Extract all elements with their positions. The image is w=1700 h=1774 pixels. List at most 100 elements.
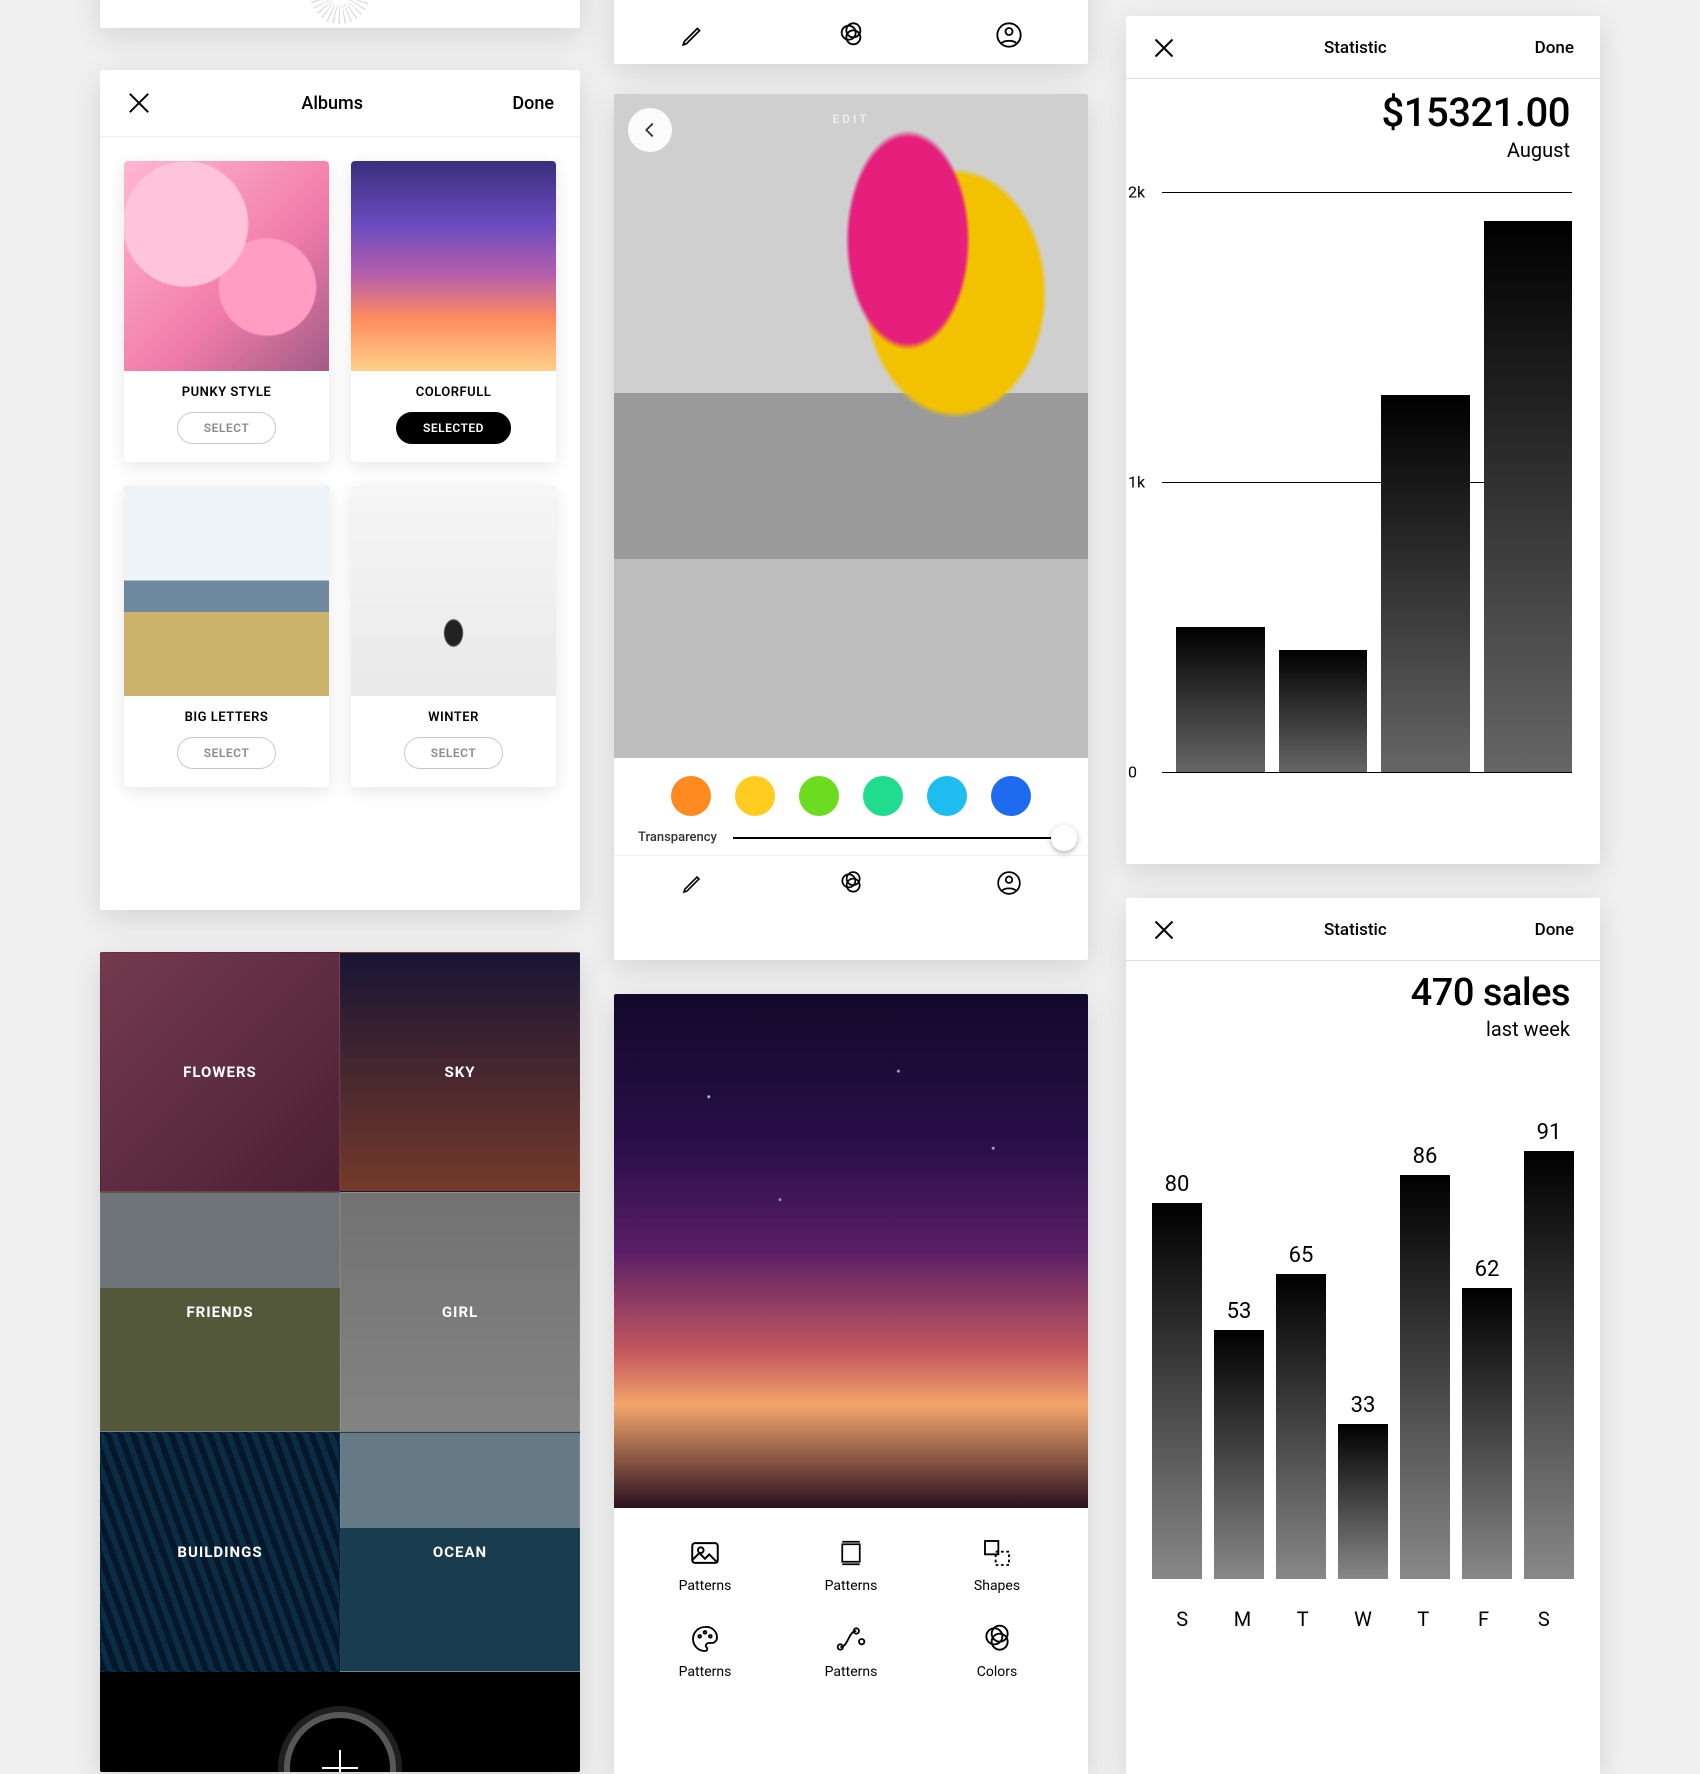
- edit-label: EDIT: [832, 112, 869, 126]
- album-thumb: [351, 161, 556, 371]
- transparency-label: Transparency: [638, 830, 717, 845]
- tool-curve[interactable]: Patterns: [778, 1620, 924, 1680]
- image-icon: [632, 1534, 778, 1572]
- curve-icon: [778, 1620, 924, 1658]
- tool-label: Patterns: [778, 1664, 924, 1680]
- profile-icon[interactable]: [994, 868, 1024, 898]
- bar-value: 80: [1165, 1172, 1190, 1197]
- album-card[interactable]: PUNKY STYLE SELECT: [124, 161, 329, 462]
- done-button[interactable]: Done: [512, 93, 554, 114]
- bar-value: 33: [1351, 1393, 1376, 1418]
- tool-palette[interactable]: Patterns: [632, 1620, 778, 1680]
- close-icon[interactable]: [126, 90, 152, 116]
- album-thumb: [124, 486, 329, 696]
- revenue-value: $15321.00: [1126, 79, 1600, 136]
- category-flowers[interactable]: FLOWERS: [100, 952, 340, 1192]
- category-label: FLOWERS: [183, 1063, 257, 1081]
- venn-icon[interactable]: [836, 868, 866, 898]
- category-ocean[interactable]: OCEAN: [340, 1432, 580, 1672]
- color-swatch[interactable]: [671, 776, 711, 816]
- stat-title: Statistic: [1324, 920, 1387, 940]
- category-label: BUILDINGS: [177, 1543, 262, 1561]
- revenue-chart: 01k2k: [1162, 192, 1572, 772]
- stat-header: Statistic Done: [1126, 16, 1600, 78]
- chart-column: 91: [1524, 1120, 1574, 1579]
- chart-bar: [1484, 221, 1573, 772]
- selected-pill[interactable]: SELECTED: [396, 412, 511, 444]
- category-friends[interactable]: FRIENDS: [100, 1192, 340, 1432]
- gridline: [1162, 192, 1572, 193]
- color-swatch[interactable]: [927, 776, 967, 816]
- color-swatch[interactable]: [863, 776, 903, 816]
- album-name: PUNKY STYLE: [134, 385, 319, 400]
- close-icon[interactable]: [1152, 918, 1176, 942]
- category-label: FRIENDS: [186, 1303, 253, 1321]
- album-card[interactable]: WINTERSELECT: [351, 486, 556, 787]
- venn-icon: [924, 1620, 1070, 1658]
- slider-knob[interactable]: [1051, 825, 1077, 851]
- album-card[interactable]: COLORFULLSELECTED: [351, 161, 556, 462]
- chart-column: 80: [1152, 1172, 1202, 1579]
- category-girl[interactable]: GIRL: [340, 1192, 580, 1432]
- axis-tick: M: [1212, 1607, 1272, 1631]
- album-card[interactable]: BIG LETTERS SELECT: [124, 486, 329, 787]
- chart-bar: [1338, 1424, 1388, 1579]
- tool-square[interactable]: Patterns: [778, 1534, 924, 1594]
- color-swatches: [614, 758, 1088, 826]
- color-swatch[interactable]: [799, 776, 839, 816]
- select-pill[interactable]: SELECT: [404, 737, 503, 769]
- bar-value: 65: [1289, 1243, 1314, 1268]
- sales-stat-screen: Statistic Done 470 sales last week 80536…: [1126, 898, 1600, 1774]
- color-editor-screen: EDIT Transparency: [614, 94, 1088, 960]
- chart-column: 33: [1338, 1393, 1388, 1579]
- editor-toolbar: [614, 855, 1088, 909]
- albums-title: Albums: [301, 93, 363, 114]
- chart-bar: [1276, 1274, 1326, 1580]
- sky-photo: [614, 994, 1088, 1508]
- revenue-period: August: [1126, 136, 1600, 162]
- tools-screen: PatternsPatternsShapesPatternsPatternsCo…: [614, 994, 1088, 1774]
- tool-grid: PatternsPatternsShapesPatternsPatternsCo…: [614, 1508, 1088, 1680]
- close-icon[interactable]: [1152, 36, 1176, 60]
- chart-bar: [1462, 1288, 1512, 1579]
- pencil-icon[interactable]: [678, 20, 708, 50]
- editor-photo: EDIT: [614, 94, 1088, 758]
- stat-title: Statistic: [1324, 38, 1387, 58]
- chart-bar: [1524, 1151, 1574, 1579]
- tool-image[interactable]: Patterns: [632, 1534, 778, 1594]
- tool-label: Shapes: [924, 1578, 1070, 1594]
- venn-icon[interactable]: [836, 20, 866, 50]
- profile-icon[interactable]: [994, 20, 1024, 50]
- category-label: OCEAN: [433, 1543, 487, 1561]
- chart-bar: [1176, 627, 1265, 772]
- tool-label: Colors: [924, 1664, 1070, 1680]
- category-grid: FLOWERS SKY FRIENDS GIRL BUILDINGS OCEAN: [100, 952, 580, 1772]
- top-stub: [100, 0, 580, 28]
- bar-value: 62: [1475, 1257, 1500, 1282]
- select-pill[interactable]: SELECT: [177, 412, 276, 444]
- transparency-slider[interactable]: [733, 837, 1064, 839]
- back-button[interactable]: [628, 108, 672, 152]
- palette-icon: [632, 1620, 778, 1658]
- chart-column: 86: [1400, 1144, 1450, 1579]
- category-sky[interactable]: SKY: [340, 952, 580, 1192]
- color-swatch[interactable]: [735, 776, 775, 816]
- chart-bar: [1279, 650, 1368, 772]
- shapes-icon: [924, 1534, 1070, 1572]
- stat-header: Statistic Done: [1126, 898, 1600, 960]
- sales-chart: 80536533866291: [1152, 1075, 1574, 1579]
- albums-screen: Albums Done PUNKY STYLE SELECT COLORFULLSE…: [100, 70, 580, 910]
- tool-venn[interactable]: Colors: [924, 1620, 1070, 1680]
- album-thumb: [124, 161, 329, 371]
- done-button[interactable]: Done: [1535, 920, 1574, 940]
- chart-bar: [1152, 1203, 1202, 1579]
- select-pill[interactable]: SELECT: [177, 737, 276, 769]
- pencil-icon[interactable]: [678, 868, 708, 898]
- tool-shapes[interactable]: Shapes: [924, 1534, 1070, 1594]
- category-buildings[interactable]: BUILDINGS: [100, 1432, 340, 1672]
- done-button[interactable]: Done: [1535, 38, 1574, 58]
- sales-value: 470 sales: [1126, 961, 1600, 1015]
- chart-bar: [1214, 1330, 1264, 1579]
- color-swatch[interactable]: [991, 776, 1031, 816]
- album-name: BIG LETTERS: [134, 710, 319, 725]
